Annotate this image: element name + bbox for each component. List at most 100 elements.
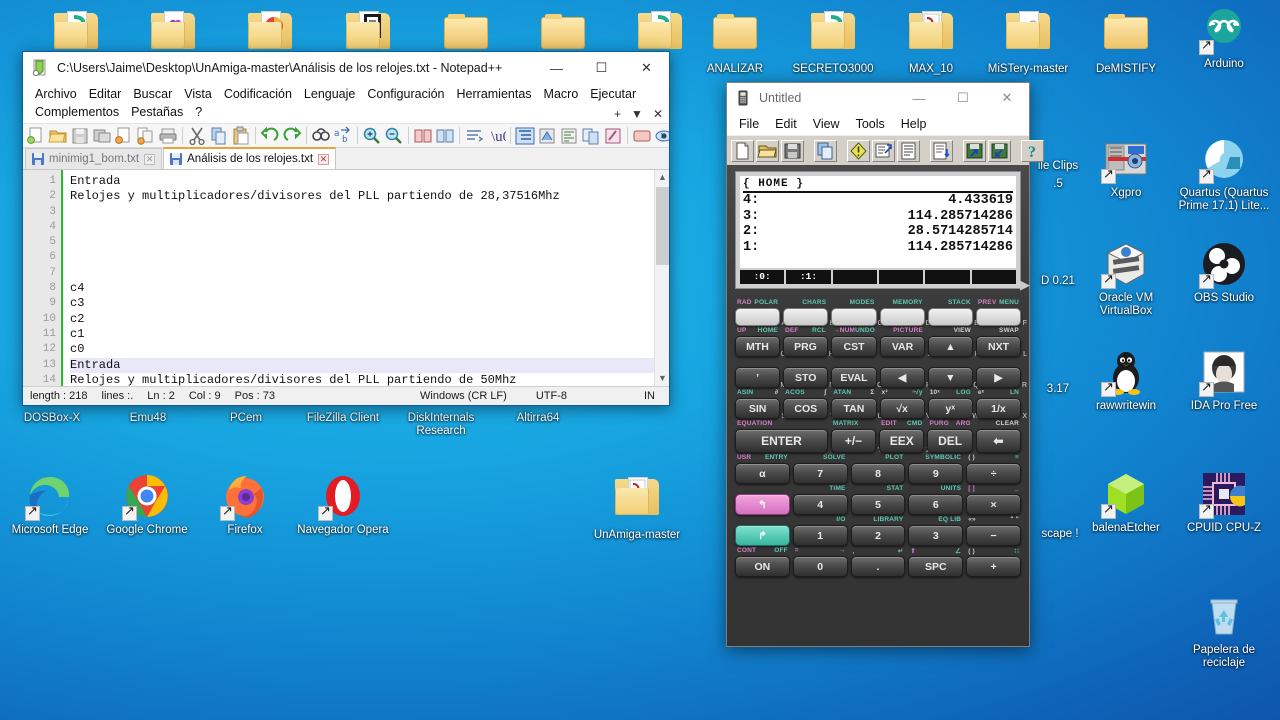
- desktop-icon[interactable]: balenaEtcher: [1078, 470, 1174, 535]
- calculator-key[interactable]: EEXZ: [879, 429, 924, 453]
- code-line[interactable]: Relojes y multiplicadores/divisores del …: [70, 189, 654, 204]
- desktop-icon[interactable]: ANALIZAR: [687, 6, 783, 76]
- menu-item-pesta-as[interactable]: Pestañas: [125, 103, 189, 121]
- help-icon[interactable]: ?: [1021, 140, 1044, 162]
- scrollbar-thumb[interactable]: [656, 187, 669, 265]
- paste-icon[interactable]: [231, 126, 251, 146]
- calculator-key[interactable]: TANU: [831, 398, 876, 419]
- calculator-key[interactable]: √xV: [880, 398, 925, 419]
- calculator-key[interactable]: ▲K: [928, 336, 973, 357]
- desktop-icon[interactable]: PDFMAX_10: [883, 6, 979, 76]
- new-document-icon[interactable]: [731, 140, 754, 162]
- lcd-softkey[interactable]: :0:: [740, 270, 784, 284]
- desktop-icon[interactable]: Arduino: [1176, 6, 1272, 71]
- menu-item-vista[interactable]: Vista: [178, 85, 218, 103]
- menu-item-buscar[interactable]: Buscar: [127, 85, 178, 103]
- code-line[interactable]: c0: [70, 342, 654, 357]
- calculator-key[interactable]: +/−Y: [831, 429, 876, 453]
- menu-item-help[interactable]: Help: [893, 115, 935, 133]
- settings-icon[interactable]: [872, 140, 895, 162]
- desktop-icon[interactable]: Quartus (Quartus Prime 17.1) Lite...: [1176, 135, 1272, 213]
- monitoring-icon[interactable]: [632, 126, 652, 146]
- menu-item-archivo[interactable]: Archivo: [29, 85, 83, 103]
- code-line[interactable]: c4: [70, 281, 654, 296]
- calculator-key[interactable]: 2: [851, 525, 906, 546]
- open-file-icon[interactable]: [48, 126, 68, 146]
- folder-as-workspace-icon[interactable]: [603, 126, 623, 146]
- desktop-icon[interactable]: FileZilla Client: [295, 412, 391, 425]
- minimize-button[interactable]: —: [534, 52, 579, 84]
- calculator-key[interactable]: C: [831, 308, 876, 326]
- tab-close-icon[interactable]: ✕: [144, 154, 155, 165]
- desktop-icon[interactable]: Emu48: [100, 412, 196, 425]
- calculator-key[interactable]: DEL: [927, 429, 972, 453]
- lcd-softkey[interactable]: [879, 270, 923, 284]
- notepadpp-titlebar[interactable]: C:\Users\Jaime\Desktop\UnAmiga-master\An…: [23, 52, 669, 84]
- calculator-key[interactable]: 0: [793, 556, 848, 577]
- calculator-key[interactable]: ◀P: [880, 367, 925, 388]
- lcd-softkey[interactable]: [972, 270, 1016, 284]
- desktop-icon[interactable]: PCem: [198, 412, 294, 425]
- calculator-key[interactable]: ’M: [735, 367, 780, 388]
- cut-icon[interactable]: [187, 126, 207, 146]
- calculator-key[interactable]: .: [851, 556, 906, 577]
- add-tab-button[interactable]: +: [614, 107, 621, 121]
- code-line[interactable]: Relojes y multiplicadores/divisores del …: [70, 373, 654, 386]
- view-document-icon[interactable]: [897, 140, 920, 162]
- calculator-key[interactable]: ▶R: [976, 367, 1021, 388]
- menu-item-lenguaje[interactable]: Lenguaje: [298, 85, 361, 103]
- save-all-icon[interactable]: [92, 126, 112, 146]
- code-line[interactable]: [70, 235, 654, 250]
- calculator-key[interactable]: 1/xX: [976, 398, 1021, 419]
- save-file-icon[interactable]: [70, 126, 90, 146]
- menu-item-herramientas[interactable]: Herramientas: [451, 85, 538, 103]
- desktop-icon[interactable]: Papelera de reciclaje: [1176, 592, 1272, 670]
- code-line[interactable]: c3: [70, 296, 654, 311]
- calculator-key[interactable]: NXTL: [976, 336, 1021, 357]
- show-all-characters-icon[interactable]: \u00B6: [486, 126, 506, 146]
- calculator-key[interactable]: 3: [908, 525, 963, 546]
- tab-list-chevron-down-icon[interactable]: ▼: [631, 107, 643, 121]
- code-line[interactable]: [70, 205, 654, 220]
- desktop-icon[interactable]: Altirra64: [490, 412, 586, 425]
- save-backup-icon[interactable]: [988, 140, 1011, 162]
- reset-warning-icon[interactable]: [847, 140, 870, 162]
- calculator-key[interactable]: 6: [908, 494, 963, 515]
- menu-item-ejecutar[interactable]: Ejecutar: [584, 85, 642, 103]
- code-line[interactable]: Entrada: [70, 358, 654, 373]
- calculator-keypad[interactable]: RADPOLARACHARSBMODESCMEMORYDSTACKEPREVME…: [735, 299, 1021, 577]
- desktop-icon[interactable]: DOSBox-X: [4, 412, 100, 425]
- word-wrap-icon[interactable]: [464, 126, 484, 146]
- calculator-key[interactable]: +: [966, 556, 1021, 577]
- menu-item-configuraci-n[interactable]: Configuración: [361, 85, 450, 103]
- minimize-button[interactable]: —: [897, 83, 941, 113]
- desktop-icon[interactable]: SECRETO3000: [785, 6, 881, 76]
- lcd-softkey[interactable]: [833, 270, 877, 284]
- notepadpp-menu-row-2[interactable]: ComplementosPestañas?: [29, 103, 663, 121]
- calculator-key[interactable]: ▼Q: [928, 367, 973, 388]
- desktop-icon[interactable]: rawwritewin: [1078, 348, 1174, 413]
- code-line[interactable]: [70, 266, 654, 281]
- calculator-key[interactable]: E: [928, 308, 973, 326]
- calculator-key[interactable]: ON: [735, 556, 790, 577]
- zoom-out-icon[interactable]: [384, 126, 404, 146]
- desktop-icon[interactable]: Google Chrome: [99, 472, 195, 537]
- calculator-key[interactable]: VARJ: [880, 336, 925, 357]
- close-all-files-icon[interactable]: [136, 126, 156, 146]
- calculator-key[interactable]: B: [783, 308, 828, 326]
- calculator-key[interactable]: 5: [851, 494, 906, 515]
- lcd-screen[interactable]: { HOME } 4:4.4336193:114.2857142862:28.5…: [740, 176, 1016, 268]
- emu48-menubar[interactable]: FileEditViewToolsHelp: [727, 113, 1029, 135]
- notepadpp-tabbar[interactable]: minimig1_bom.txt✕Análisis de los relojes…: [23, 148, 669, 170]
- menu-item-complementos[interactable]: Complementos: [29, 103, 125, 121]
- menu-item-edit[interactable]: Edit: [767, 115, 805, 133]
- copy-icon[interactable]: [814, 140, 837, 162]
- code-line[interactable]: [70, 250, 654, 265]
- vertical-scrollbar[interactable]: ▲ ▼: [654, 170, 669, 386]
- load-backup-icon[interactable]: [963, 140, 986, 162]
- code-line[interactable]: Entrada: [70, 174, 654, 189]
- calculator-key[interactable]: ↰: [735, 494, 790, 515]
- calculator-key[interactable]: A: [735, 308, 780, 326]
- menu-item-tools[interactable]: Tools: [848, 115, 893, 133]
- emu48-titlebar[interactable]: Untitled — ☐ ✕: [727, 83, 1029, 113]
